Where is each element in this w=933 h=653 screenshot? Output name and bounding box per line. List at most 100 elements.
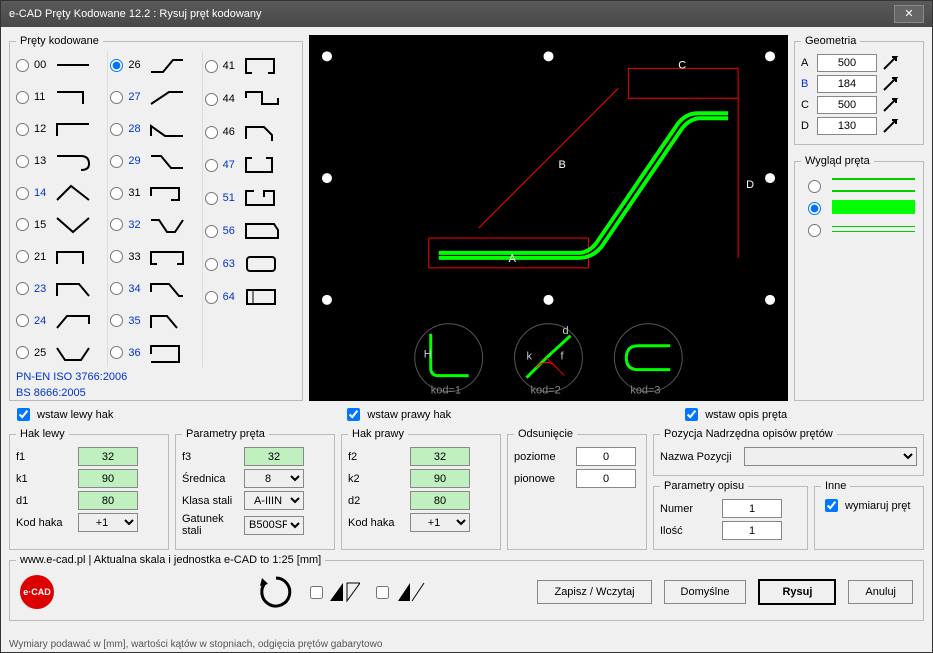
shape-option-27[interactable]: 27 xyxy=(110,83,199,112)
appearance-opt-3[interactable] xyxy=(808,224,821,237)
svg-text:d: d xyxy=(562,325,568,337)
shape-option-26[interactable]: 26 xyxy=(110,51,199,80)
geom-pick-A[interactable] xyxy=(881,54,901,72)
shape-option-63[interactable]: 63 xyxy=(205,249,294,279)
wymiaruj-check[interactable] xyxy=(825,499,838,512)
shape-option-00[interactable]: 00 xyxy=(16,51,105,80)
appearance-opt-1[interactable] xyxy=(808,180,821,193)
shape-option-32[interactable]: 32 xyxy=(110,211,199,240)
shape-option-64[interactable]: 64 xyxy=(205,282,294,312)
klasa-select[interactable]: A-IIIN xyxy=(244,491,304,510)
shape-option-56[interactable]: 56 xyxy=(205,216,294,246)
f2-input[interactable] xyxy=(410,447,470,466)
shape-option-51[interactable]: 51 xyxy=(205,183,294,213)
k2-input[interactable] xyxy=(410,469,470,488)
mirror-v-icon xyxy=(396,581,426,603)
shape-glyph-25 xyxy=(55,342,91,364)
shapes-legend: Pręty kodowane xyxy=(16,35,103,47)
gatunek-select[interactable]: B500SP xyxy=(244,516,304,535)
kodhaka1-select[interactable]: +1 xyxy=(78,513,138,532)
kodhaka2-select[interactable]: +1 xyxy=(410,513,470,532)
geom-input-D[interactable] xyxy=(817,117,877,135)
geom-label-A: A xyxy=(801,57,813,69)
shape-option-47[interactable]: 47 xyxy=(205,150,294,180)
geom-input-C[interactable] xyxy=(817,96,877,114)
shape-option-23[interactable]: 23 xyxy=(16,274,105,303)
reload-icon[interactable] xyxy=(258,574,294,610)
shape-glyph-14 xyxy=(55,182,91,204)
shape-glyph-46 xyxy=(244,121,280,143)
mirror-h-check[interactable] xyxy=(310,586,323,599)
shape-glyph-13 xyxy=(55,150,91,172)
geom-label-D: D xyxy=(801,120,813,132)
shape-option-12[interactable]: 12 xyxy=(16,115,105,144)
shape-option-31[interactable]: 31 xyxy=(110,179,199,208)
f1-input[interactable] xyxy=(78,447,138,466)
geom-pick-B[interactable] xyxy=(881,75,901,93)
shape-option-13[interactable]: 13 xyxy=(16,147,105,176)
geom-pick-C[interactable] xyxy=(881,96,901,114)
geometry-fieldset: Geometria ABCD xyxy=(794,35,924,145)
iso-standard-1: PN-EN ISO 3766:2006 xyxy=(16,371,296,383)
shape-glyph-33 xyxy=(149,246,185,268)
shape-option-34[interactable]: 34 xyxy=(110,274,199,303)
shape-glyph-35 xyxy=(149,310,185,332)
shape-glyph-12 xyxy=(55,118,91,140)
iso-standard-2: BS 8666:2005 xyxy=(16,387,296,399)
shape-option-15[interactable]: 15 xyxy=(16,211,105,240)
geom-label-C: C xyxy=(801,99,813,111)
shape-option-29[interactable]: 29 xyxy=(110,147,199,176)
mirror-v-check[interactable] xyxy=(376,586,389,599)
d1-input[interactable] xyxy=(78,491,138,510)
mirror-h-icon xyxy=(330,581,360,603)
shape-glyph-32 xyxy=(149,214,185,236)
srednica-select[interactable]: 8 xyxy=(244,469,304,488)
shape-option-33[interactable]: 33 xyxy=(110,242,199,271)
cancel-button[interactable]: Anuluj xyxy=(848,580,913,604)
f3-input[interactable] xyxy=(244,447,304,466)
shape-option-11[interactable]: 11 xyxy=(16,83,105,112)
check-left-hook[interactable] xyxy=(17,408,30,421)
close-button[interactable]: ✕ xyxy=(894,5,924,23)
d2-input[interactable] xyxy=(410,491,470,510)
k1-input[interactable] xyxy=(78,469,138,488)
shape-option-36[interactable]: 36 xyxy=(110,338,199,367)
shape-glyph-41 xyxy=(244,55,280,77)
shape-option-21[interactable]: 21 xyxy=(16,242,105,271)
shape-option-24[interactable]: 24 xyxy=(16,306,105,335)
ilosc-input[interactable] xyxy=(722,521,782,540)
geom-pick-D[interactable] xyxy=(881,117,901,135)
shape-glyph-63 xyxy=(244,253,280,275)
shape-option-14[interactable]: 14 xyxy=(16,179,105,208)
shape-glyph-34 xyxy=(149,278,185,300)
draw-button[interactable]: Rysuj xyxy=(758,579,836,605)
save-load-button[interactable]: Zapisz / Wczytaj xyxy=(537,580,651,604)
default-button[interactable]: Domyślne xyxy=(664,580,747,604)
shape-option-35[interactable]: 35 xyxy=(110,306,199,335)
pionowe-input[interactable] xyxy=(576,469,636,488)
shape-option-46[interactable]: 46 xyxy=(205,117,294,147)
nazwa-select[interactable] xyxy=(744,447,917,466)
check-desc[interactable] xyxy=(685,408,698,421)
svg-text:A: A xyxy=(509,253,517,265)
appearance-opt-2[interactable] xyxy=(808,202,821,215)
check-right-hook[interactable] xyxy=(347,408,360,421)
shape-glyph-51 xyxy=(244,187,280,209)
numer-input[interactable] xyxy=(722,499,782,518)
svg-text:kod=2: kod=2 xyxy=(531,385,561,397)
shape-option-25[interactable]: 25 xyxy=(16,338,105,367)
shape-option-44[interactable]: 44 xyxy=(205,84,294,114)
svg-text:C: C xyxy=(678,59,686,71)
shape-glyph-31 xyxy=(149,182,185,204)
shape-glyph-27 xyxy=(149,86,185,108)
shape-option-28[interactable]: 28 xyxy=(110,115,199,144)
shape-option-41[interactable]: 41 xyxy=(205,51,294,81)
geom-input-B[interactable] xyxy=(817,75,877,93)
shape-glyph-64 xyxy=(244,286,280,308)
geom-input-A[interactable] xyxy=(817,54,877,72)
shape-glyph-11 xyxy=(55,86,91,108)
poziome-input[interactable] xyxy=(576,447,636,466)
svg-text:B: B xyxy=(558,159,565,171)
svg-text:kod=3: kod=3 xyxy=(630,385,660,397)
shape-glyph-47 xyxy=(244,154,280,176)
